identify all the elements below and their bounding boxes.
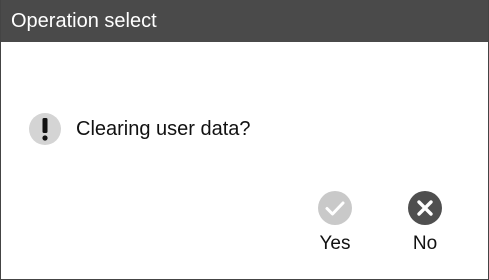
no-button[interactable]: No xyxy=(398,190,452,256)
dialog-title: Operation select xyxy=(11,10,157,32)
exclamation-icon xyxy=(28,112,62,146)
message-row: Clearing user data? xyxy=(28,111,251,147)
dialog-message: Clearing user data? xyxy=(76,117,251,140)
operation-select-dialog: Operation select Clearing user data? Yes xyxy=(0,0,489,280)
check-icon xyxy=(308,190,362,226)
yes-button[interactable]: Yes xyxy=(308,190,362,256)
yes-label: Yes xyxy=(319,233,351,254)
no-label: No xyxy=(412,233,438,254)
close-icon xyxy=(398,190,452,226)
dialog-titlebar: Operation select xyxy=(1,0,488,42)
